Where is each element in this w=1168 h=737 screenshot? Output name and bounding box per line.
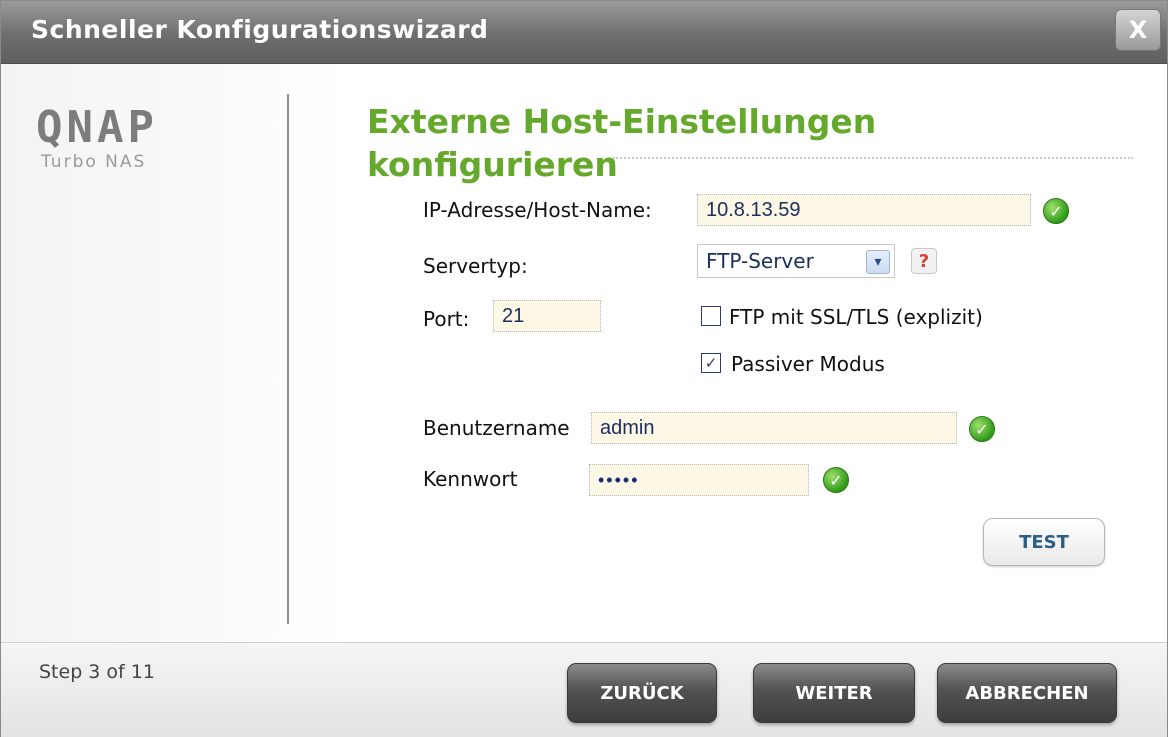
ip-input[interactable]: 10.8.13.59 [697,194,1031,226]
page-title-line1: Externe Host-Einstellungen [367,102,877,141]
ssl-checkbox[interactable] [701,306,721,326]
ssl-label: FTP mit SSL/TLS (explizit) [729,305,983,329]
username-input[interactable]: admin [591,412,957,444]
test-button[interactable]: TEST [983,518,1105,566]
close-button[interactable]: X [1115,9,1161,51]
check-circle-icon: ✓ [1043,198,1069,224]
server-type-label: Servertyp: [423,254,528,278]
wizard-footer: Step 3 of 11 ZURÜCK WEITER ABBRECHEN [1,642,1167,737]
page-title: Externe Host-Einstellungen konfigurieren [367,100,887,186]
chevron-down-icon[interactable]: ▾ [866,250,890,274]
port-label: Port: [423,307,470,331]
page-title-line2: konfigurieren [367,145,618,184]
window-title: Schneller Konfigurationswizard [31,15,489,44]
passive-mode-checkbox[interactable]: ✓ [701,353,721,373]
vertical-divider [287,94,289,624]
password-input[interactable]: ••••• [589,464,809,496]
ip-label: IP-Adresse/Host-Name: [423,198,652,222]
cancel-button[interactable]: ABBRECHEN [937,663,1117,723]
server-type-select[interactable]: FTP-Server ▾ [697,244,895,278]
passive-mode-label: Passiver Modus [731,352,885,376]
logo-subtitle: Turbo NAS [41,152,147,172]
title-bar: Schneller Konfigurationswizard X [1,1,1167,64]
wizard-window: Schneller Konfigurationswizard X QNAP Tu… [0,0,1168,737]
title-dotted-rule [613,157,1133,159]
port-input[interactable]: 21 [493,300,601,332]
password-label: Kennwort [423,467,518,491]
username-label: Benutzername [423,416,570,440]
step-indicator: Step 3 of 11 [39,661,155,683]
next-button[interactable]: WEITER [753,663,915,723]
help-icon[interactable]: ? [911,248,937,274]
check-circle-icon: ✓ [969,416,995,442]
server-type-value: FTP-Server [706,249,814,273]
qnap-logo: QNAP [36,102,158,153]
back-button[interactable]: ZURÜCK [567,663,717,723]
check-circle-icon: ✓ [823,467,849,493]
wizard-content: QNAP Turbo NAS Externe Host-Einstellunge… [1,64,1167,642]
